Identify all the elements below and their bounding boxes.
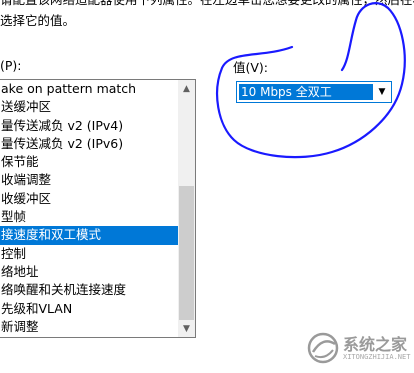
value-dropdown[interactable]: 10 Mbps 全双工 ▼ (236, 81, 392, 103)
list-item[interactable]: 量传送减负 v2 (IPv6) (0, 135, 178, 153)
watermark-text: 系统之家 (343, 335, 408, 354)
watermark-logo-icon (307, 332, 339, 364)
property-label: (P): (0, 58, 22, 73)
description-line-2: 选择它的值。 (0, 13, 76, 28)
list-item[interactable]: 动关闭 Gigabit (0, 336, 178, 337)
list-item[interactable]: 收缓冲区 (0, 190, 178, 208)
list-item[interactable]: 保节能 (0, 153, 178, 171)
description: 请配置该网络适配器使用下列属性。在左边单击您想要更改的属性，然后在右 选择它的值… (0, 0, 414, 40)
list-item[interactable]: 络唤醒和关机连接速度 (0, 281, 178, 299)
description-line-1: 请配置该网络适配器使用下列属性。在左边单击您想要更改的属性，然后在右 (0, 0, 414, 8)
list-item[interactable]: 收端调整 (0, 171, 178, 189)
list-item[interactable]: ake on pattern match (0, 80, 178, 98)
list-item[interactable]: 型帧 (0, 208, 178, 226)
list-item[interactable]: 送缓冲区 (0, 98, 178, 116)
list-item[interactable]: 新调整 (0, 318, 178, 336)
property-listbox[interactable]: ake on pattern match 送缓冲区 量传送减负 v2 (IPv4) 量… (0, 79, 196, 338)
scroll-down-button[interactable]: ▼ (178, 320, 195, 337)
scrollbar-thumb[interactable] (179, 186, 194, 320)
scroll-up-button[interactable]: ▲ (178, 80, 195, 97)
chevron-down-icon: ▼ (378, 87, 386, 97)
watermark: 系统之家 XITONGZHIJIA.NET (303, 327, 413, 371)
arrow-down-icon: ▼ (183, 323, 190, 334)
watermark-url: XITONGZHIJIA.NET (343, 353, 411, 361)
vertical-scrollbar[interactable]: ▲ ▼ (178, 80, 195, 337)
value-label: 值(V): (233, 60, 269, 75)
property-list: ake on pattern match 送缓冲区 量传送减负 v2 (IPv4) 量… (0, 80, 178, 337)
list-item[interactable]: 控制 (0, 245, 178, 263)
list-item-selected[interactable]: 接速度和双工模式 (0, 226, 178, 245)
list-item[interactable]: 先级和VLAN (0, 300, 178, 318)
list-item[interactable]: 络地址 (0, 263, 178, 281)
arrow-up-icon: ▲ (183, 83, 190, 94)
list-item[interactable]: 量传送减负 v2 (IPv4) (0, 117, 178, 135)
value-dropdown-selected[interactable]: 10 Mbps 全双工 (239, 84, 373, 100)
dropdown-arrow-button[interactable]: ▼ (374, 83, 390, 101)
